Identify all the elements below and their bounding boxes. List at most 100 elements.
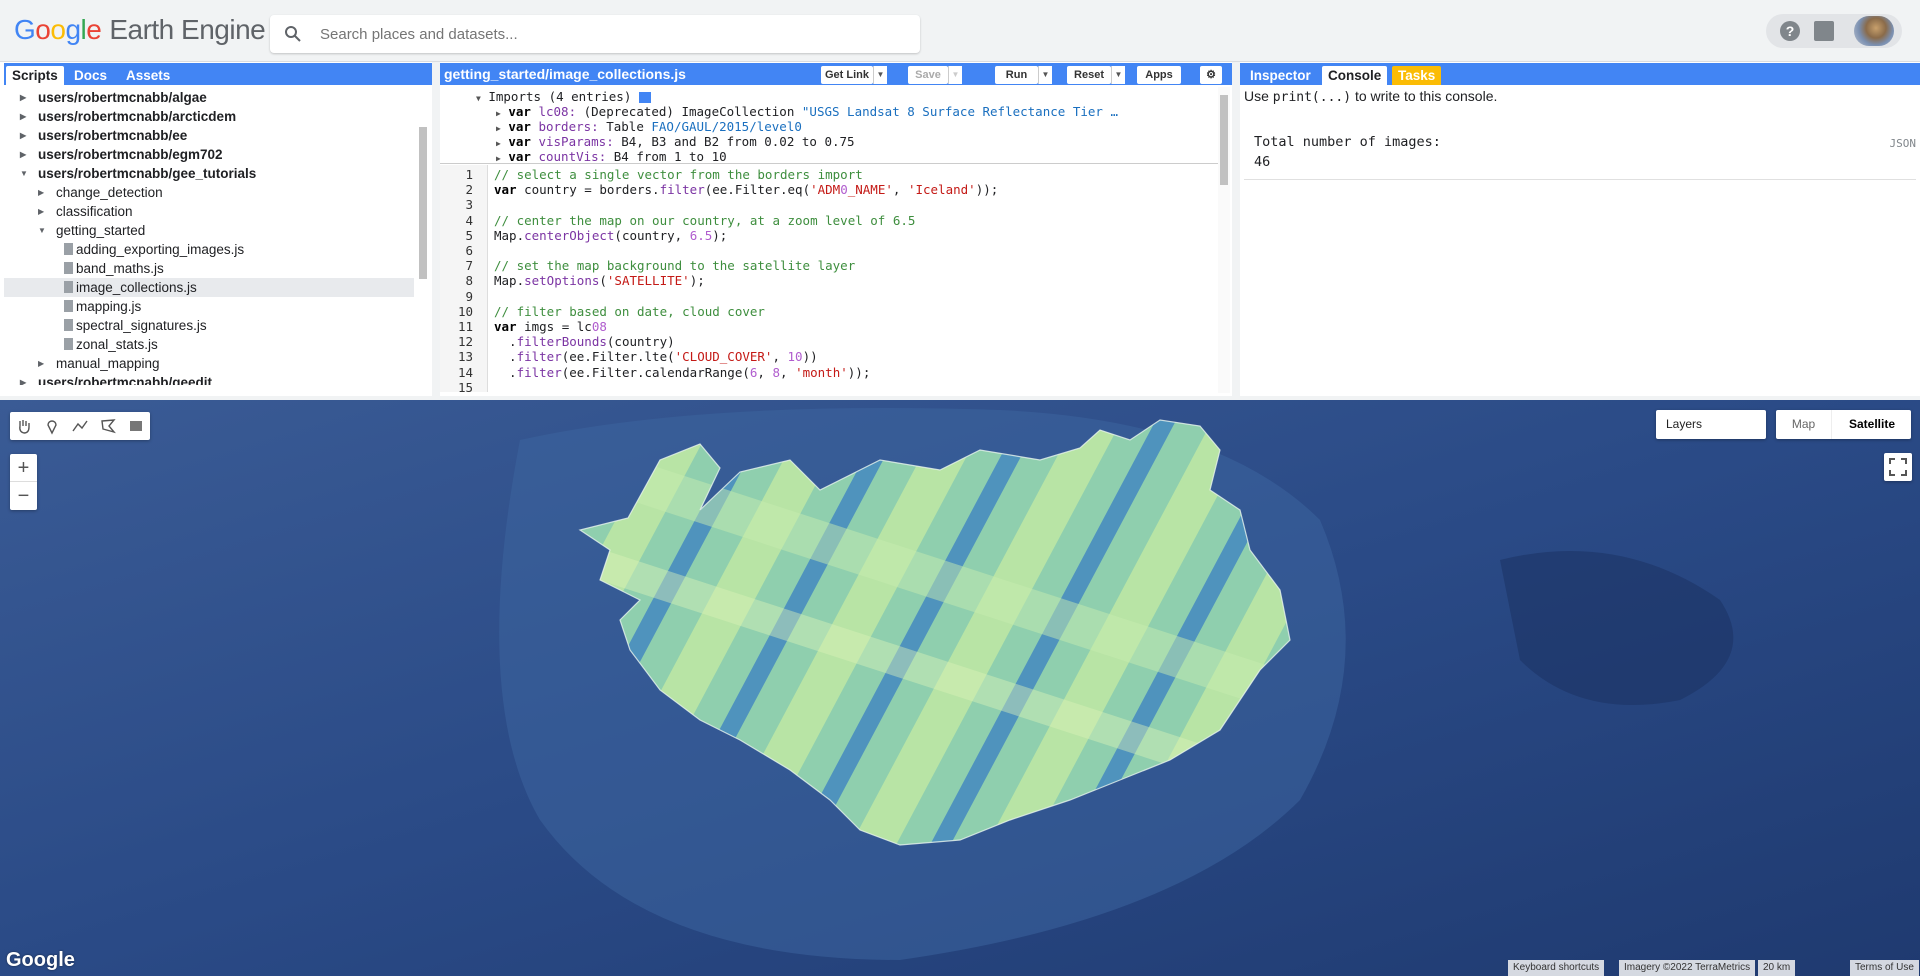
script-folder-item[interactable]: ▶ users/robertmcnabb/ee (4, 126, 414, 145)
editor-scrollbar[interactable] (1218, 87, 1230, 393)
get-link-dropdown[interactable]: ▼ (873, 66, 887, 84)
code-line[interactable]: Map.centerObject(country, 6.5); (494, 228, 727, 243)
zoom-in-button[interactable]: + (10, 454, 37, 482)
import-entry[interactable]: ▶ var lc08: (Deprecated) ImageCollection… (496, 104, 1118, 119)
chevron-down-icon[interactable]: ▼ (38, 221, 48, 240)
chevron-right-icon[interactable]: ▶ (20, 373, 30, 385)
marker-icon[interactable] (43, 417, 61, 435)
chevron-right-icon[interactable]: ▶ (496, 139, 501, 148)
chevron-right-icon[interactable]: ▶ (496, 109, 501, 118)
chevron-right-icon[interactable]: ▶ (20, 145, 30, 164)
tab-assets[interactable]: Assets (120, 66, 176, 85)
polygon-icon[interactable] (99, 417, 117, 435)
hand-icon[interactable] (15, 417, 33, 435)
left-splitter[interactable] (432, 62, 440, 396)
script-folder-item[interactable]: ▶ change_detection (4, 183, 414, 202)
save-dropdown[interactable]: ▼ (948, 66, 962, 84)
import-entry[interactable]: ▶ var borders: Table FAO/GAUL/2015/level… (496, 119, 802, 134)
import-entry[interactable]: ▶ var countVis: B4 from 1 to 10 (496, 149, 727, 164)
chevron-right-icon[interactable]: ▶ (496, 154, 501, 163)
chevron-right-icon[interactable]: ▶ (20, 88, 30, 107)
code-line[interactable]: // select a single vector from the borde… (494, 167, 863, 182)
tree-item-label: users/robertmcnabb/algae (38, 90, 207, 105)
line-number: 10 (457, 303, 473, 319)
get-link-button[interactable]: Get Link (821, 66, 873, 84)
chevron-down-icon[interactable]: ▼ (20, 164, 30, 183)
code-line[interactable]: .filter(ee.Filter.lte('CLOUD_COVER', 10)… (494, 349, 818, 364)
tree-item-label: classification (56, 204, 133, 219)
hint-pre: Use (1244, 88, 1273, 104)
script-file-item[interactable]: mapping.js (4, 297, 414, 316)
rectangle-icon[interactable] (127, 417, 145, 435)
tab-docs[interactable]: Docs (68, 66, 113, 85)
chevron-right-icon[interactable]: ▶ (38, 183, 48, 202)
keyboard-shortcuts-link[interactable]: Keyboard shortcuts (1508, 960, 1605, 976)
terms-link[interactable]: Terms of Use (1850, 960, 1919, 976)
code-line[interactable]: .filter(ee.Filter.calendarRange(6, 8, 'm… (494, 365, 870, 380)
script-folder-item[interactable]: ▶ users/robertmcnabb/arcticdem (4, 107, 414, 126)
import-description: B4 from 1 to 10 (606, 149, 727, 164)
map-type-map[interactable]: Map (1776, 410, 1832, 439)
code-line[interactable]: .filterBounds(country) (494, 334, 675, 349)
settings-gear-icon[interactable]: ⚙ (1200, 66, 1222, 84)
chevron-right-icon[interactable]: ▶ (38, 202, 48, 221)
code-line[interactable]: var imgs = lc08 (494, 319, 607, 334)
apps-button[interactable]: Apps (1137, 66, 1181, 84)
file-icon (64, 300, 73, 312)
json-toggle[interactable]: JSON (1890, 137, 1917, 150)
script-folder-item[interactable]: ▶ manual_mapping (4, 354, 414, 373)
imagery-credit: Imagery ©2022 TerraMetrics (1619, 960, 1756, 976)
scale-label[interactable]: 20 km (1758, 960, 1796, 976)
avatar[interactable] (1854, 16, 1894, 46)
feedback-icon[interactable] (1814, 21, 1834, 41)
chevron-right-icon[interactable]: ▶ (496, 124, 501, 133)
search-input[interactable] (320, 22, 900, 46)
code-line[interactable]: // filter based on date, cloud cover (494, 304, 765, 319)
zoom-out-button[interactable]: − (10, 482, 37, 510)
save-button[interactable]: Save (908, 66, 948, 84)
code-line[interactable]: // center the map on our country, at a z… (494, 213, 915, 228)
code-line[interactable]: var country = borders.filter(ee.Filter.e… (494, 182, 998, 197)
search-box[interactable] (270, 15, 920, 53)
script-folder-item[interactable]: ▶ users/robertmcnabb/egm702 (4, 145, 414, 164)
script-file-item[interactable]: band_maths.js (4, 259, 414, 278)
map-type-satellite[interactable]: Satellite (1833, 410, 1911, 439)
help-icon[interactable]: ? (1780, 21, 1800, 41)
earth-engine-logo[interactable]: Google Earth Engine (14, 14, 266, 46)
reset-button[interactable]: Reset (1067, 66, 1111, 84)
script-folder-item[interactable]: ▶ classification (4, 202, 414, 221)
chevron-right-icon[interactable]: ▶ (20, 126, 30, 145)
line-icon[interactable] (71, 417, 89, 435)
tab-tasks[interactable]: Tasks (1392, 66, 1442, 85)
script-file-item[interactable]: image_collections.js (4, 278, 414, 297)
script-folder-item[interactable]: ▶ users/robertmcnabb/algae (4, 88, 414, 107)
run-dropdown[interactable]: ▼ (1038, 66, 1052, 84)
map-view[interactable]: + − Layers Map Satellite Google Keyboard… (0, 400, 1920, 976)
tab-inspector[interactable]: Inspector (1244, 66, 1317, 85)
file-icon (64, 319, 73, 331)
imports-header[interactable]: ▼ Imports (4 entries) (476, 89, 651, 104)
line-number: 4 (465, 212, 473, 228)
tree-scrollbar[interactable] (418, 87, 428, 387)
chevron-right-icon[interactable]: ▶ (20, 107, 30, 126)
import-value: FAO/GAUL/2015/level0 (651, 119, 802, 134)
tab-console[interactable]: Console (1322, 66, 1388, 85)
code-line[interactable]: // set the map background to the satelli… (494, 258, 855, 273)
reset-dropdown[interactable]: ▼ (1111, 66, 1125, 84)
import-entry[interactable]: ▶ var visParams: B4, B3 and B2 from 0.02… (496, 134, 855, 149)
script-folder-item[interactable]: ▼ getting_started (4, 221, 414, 240)
script-file-item[interactable]: spectral_signatures.js (4, 316, 414, 335)
code-area[interactable]: ▼ Imports (4 entries) ▶ var lc08: (Depre… (440, 87, 1220, 392)
fullscreen-icon[interactable] (1884, 453, 1912, 481)
script-folder-item[interactable]: ▼ users/robertmcnabb/gee_tutorials (4, 164, 414, 183)
chevron-right-icon[interactable]: ▶ (38, 354, 48, 373)
script-file-item[interactable]: zonal_stats.js (4, 335, 414, 354)
layers-button[interactable]: Layers (1656, 410, 1766, 439)
code-line[interactable]: Map.setOptions('SATELLITE'); (494, 273, 705, 288)
script-folder-item[interactable]: ▶ users/robertmcnabb/geedit (4, 373, 414, 385)
script-file-item[interactable]: adding_exporting_images.js (4, 240, 414, 259)
right-splitter[interactable] (1232, 62, 1240, 396)
tab-scripts[interactable]: Scripts (6, 66, 64, 85)
line-number: 13 (457, 349, 473, 365)
run-button[interactable]: Run (995, 66, 1038, 84)
